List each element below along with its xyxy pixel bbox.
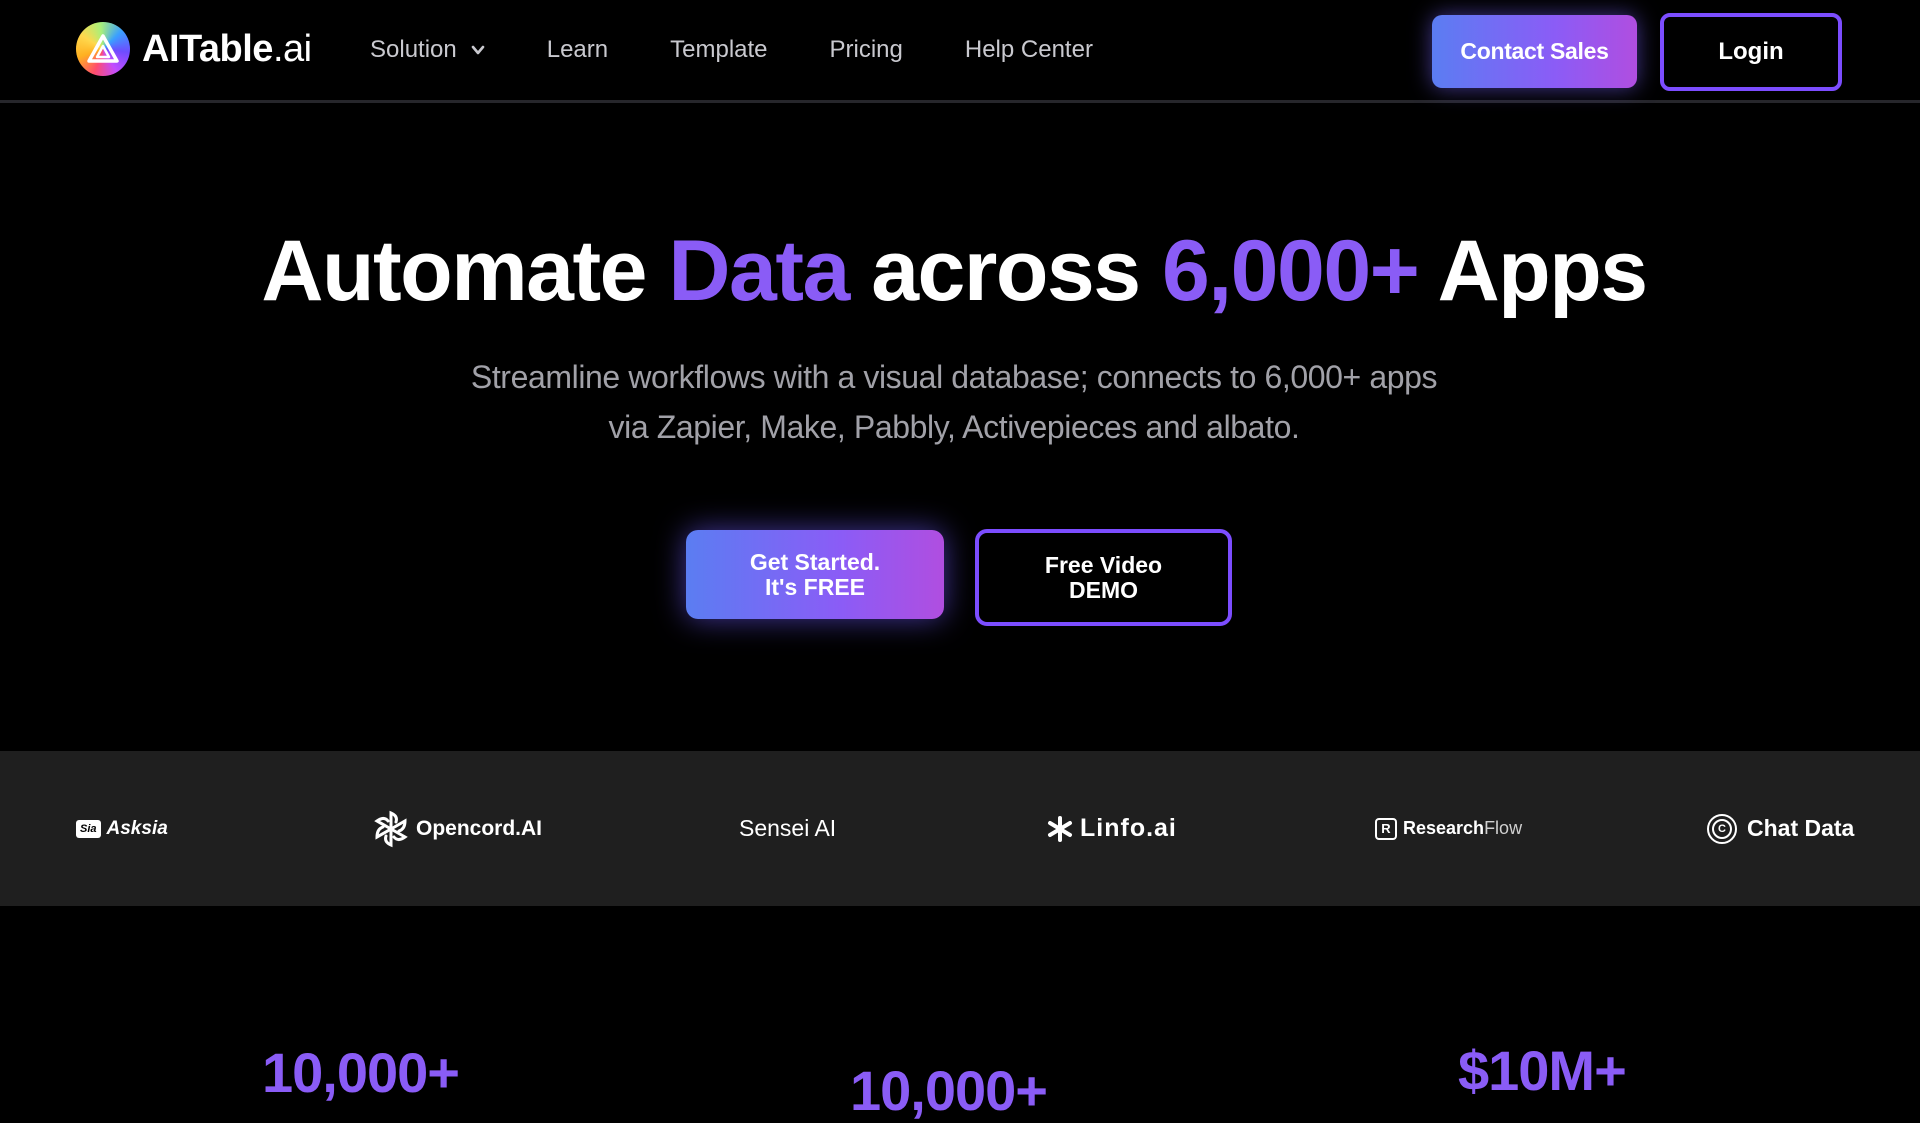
button-label-line: Free Video bbox=[1044, 551, 1163, 578]
chatdata-logo-icon: C bbox=[1707, 813, 1737, 844]
menu-item-pricing[interactable]: Pricing bbox=[830, 36, 903, 64]
menu-item-solution[interactable]: Solution bbox=[370, 36, 485, 64]
partner-logo-asksia: Sia Asksia bbox=[76, 751, 168, 906]
button-label-line: Get Started. bbox=[749, 548, 881, 575]
researchflow-logo-icon: R bbox=[1375, 817, 1397, 840]
chatdata-logo-letter: C bbox=[1712, 818, 1732, 839]
partner-logo-chat-data: C Chat Data bbox=[1707, 751, 1854, 906]
button-label-line: DEMO bbox=[1069, 576, 1138, 603]
hero-title-word: Apps bbox=[1437, 223, 1649, 319]
hero-title-accent-number: 6,000+ bbox=[1161, 223, 1420, 319]
partner-name: Sensei AI bbox=[739, 815, 837, 841]
get-started-button[interactable]: Get Started. It's FREE bbox=[686, 530, 944, 619]
partner-name: Chat Data bbox=[1747, 815, 1855, 841]
asksia-logo-icon: Sia bbox=[76, 819, 101, 838]
stat-value: 10,000+ bbox=[262, 1041, 460, 1104]
button-label-line: It's FREE bbox=[764, 573, 866, 600]
aitable-logo-icon bbox=[76, 22, 130, 76]
hero-title-word: Automate bbox=[261, 223, 647, 319]
partner-name: Linfo.ai bbox=[1080, 814, 1177, 842]
partner-name-light: Flow bbox=[1484, 818, 1523, 838]
hero-subtitle: Streamline workflows with a visual datab… bbox=[0, 352, 1908, 452]
top-nav: AITable.ai Solution Learn Template Prici… bbox=[0, 0, 1920, 103]
chevron-down-icon bbox=[471, 45, 485, 55]
brand-logo-link[interactable]: AITable.ai bbox=[76, 22, 312, 76]
login-button[interactable]: Login bbox=[1660, 13, 1842, 91]
stat-value: 10,000+ bbox=[850, 1059, 1048, 1122]
partner-name: Asksia bbox=[106, 817, 168, 839]
brand-name-bold: AITable bbox=[142, 27, 273, 70]
free-video-demo-button[interactable]: Free Video DEMO bbox=[975, 529, 1232, 626]
linfo-asterisk-icon bbox=[1048, 815, 1072, 842]
hero-subtitle-line: via Zapier, Make, Pabbly, Activepieces a… bbox=[608, 409, 1300, 445]
partner-name: ResearchFlow bbox=[1403, 818, 1522, 839]
partner-logo-strip: Sia Asksia Opencord.AI Sensei AI Linfo.a… bbox=[0, 751, 1920, 906]
menu-item-label: Help Center bbox=[964, 36, 1093, 63]
brand-name-suffix: .ai bbox=[272, 27, 312, 70]
partner-logo-opencord: Opencord.AI bbox=[372, 751, 542, 906]
partner-name: Opencord.AI bbox=[416, 816, 543, 840]
menu-item-help-center[interactable]: Help Center bbox=[965, 36, 1093, 64]
menu-item-label: Pricing bbox=[829, 36, 903, 63]
hero-title-accent-word: Data bbox=[668, 223, 850, 319]
opencord-logo-icon bbox=[374, 810, 408, 847]
hero-subtitle-line: Streamline workflows with a visual datab… bbox=[470, 359, 1438, 395]
partner-logo-linfo: Linfo.ai bbox=[1046, 751, 1177, 906]
hero-title-word: across bbox=[871, 223, 1141, 319]
menu-item-label: Template bbox=[670, 36, 768, 63]
partner-logo-sensei-ai: Sensei AI bbox=[739, 751, 836, 906]
partner-logo-researchflow: R ResearchFlow bbox=[1375, 751, 1522, 906]
hero-title: Automate Data across 6,000+ Apps bbox=[0, 222, 1908, 321]
partner-name-bold: Research bbox=[1403, 818, 1485, 838]
stat-value: $10M+ bbox=[1458, 1039, 1627, 1102]
main-menu: Solution Learn Template Pricing Help Cen… bbox=[370, 0, 1155, 100]
brand-name: AITable.ai bbox=[142, 28, 312, 71]
menu-item-learn[interactable]: Learn bbox=[547, 36, 608, 64]
menu-item-label: Solution bbox=[370, 36, 457, 63]
menu-item-label: Learn bbox=[546, 36, 609, 63]
menu-item-template[interactable]: Template bbox=[670, 36, 767, 64]
contact-sales-button[interactable]: Contact Sales bbox=[1432, 15, 1637, 88]
